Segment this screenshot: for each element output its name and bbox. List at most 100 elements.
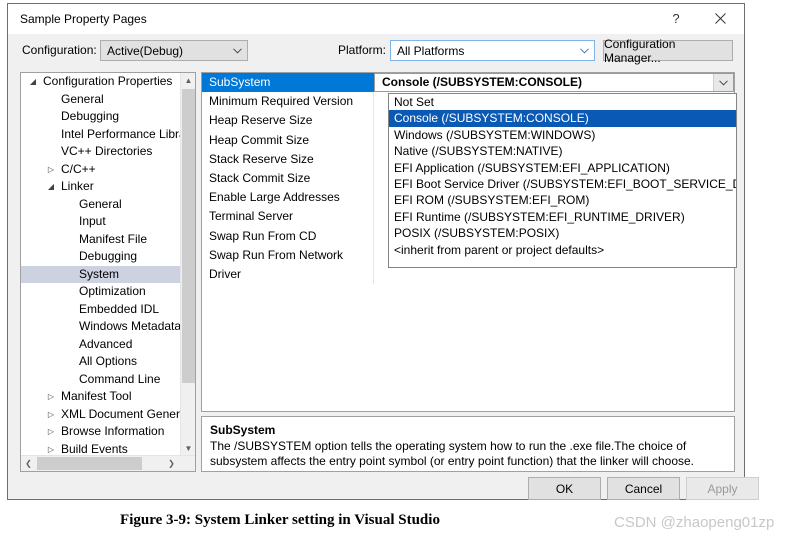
dropdown-option[interactable]: Windows (/SUBSYSTEM:WINDOWS) (389, 127, 736, 143)
tree-item-manifest-tool[interactable]: ▷ Manifest Tool (21, 388, 180, 406)
configuration-manager-label: Configuration Manager... (604, 36, 676, 65)
tree-item-label: Build Events (61, 441, 128, 456)
configuration-value: Active(Debug) (107, 43, 184, 58)
tree-item-label: Manifest File (79, 231, 148, 246)
configuration-bar: Configuration: Active(Debug) Platform: A… (8, 34, 744, 68)
property-name: Swap Run From CD (202, 226, 374, 246)
configuration-manager-button[interactable]: Configuration Manager... (603, 37, 733, 65)
tree-item-all-options[interactable]: All Options (21, 353, 180, 371)
tree-vertical-scrollbar[interactable]: ▲ ▼ (180, 73, 195, 456)
expand-arrow-icon[interactable]: ▷ (45, 388, 57, 406)
tree-item-command-line[interactable]: Command Line (21, 371, 180, 389)
tree-item-label: Intel Performance Libra (61, 126, 180, 141)
cancel-button[interactable]: Cancel (607, 477, 680, 500)
tree-item-embedded-idl[interactable]: Embedded IDL (21, 301, 180, 319)
dropdown-option[interactable]: EFI Application (/SUBSYSTEM:EFI_APPLICAT… (389, 160, 736, 176)
tree-item-input[interactable]: Input (21, 213, 180, 231)
dropdown-option[interactable]: EFI ROM (/SUBSYSTEM:EFI_ROM) (389, 192, 736, 208)
tree-item-label: Debugging (61, 109, 120, 123)
tree-item-build-events[interactable]: ▷ Build Events (21, 441, 180, 457)
subsystem-value-text: Console (/SUBSYSTEM:CONSOLE) (382, 75, 583, 89)
expand-arrow-icon[interactable]: ▷ (45, 161, 57, 179)
tree-item-label: Windows Metadata (79, 319, 180, 333)
tree-item-vc-directories[interactable]: VC++ Directories (21, 143, 180, 161)
tree-item-system[interactable]: System (21, 265, 180, 283)
vertical-scroll-thumb[interactable] (182, 89, 195, 383)
property-name: Swap Run From Network (202, 245, 374, 265)
tree-item-label: Command Line (79, 371, 161, 386)
tree-item-label: All Options (79, 354, 138, 368)
expand-arrow-icon[interactable]: ▷ (45, 423, 57, 441)
ok-button[interactable]: OK (528, 477, 601, 500)
collapse-arrow-icon[interactable]: ◢ (45, 178, 57, 196)
chevron-down-icon (228, 41, 246, 60)
property-pages-dialog: Sample Property Pages ? Configuration: A… (7, 3, 759, 500)
tree-item-intel-performance-libra[interactable]: Intel Performance Libra (21, 126, 180, 144)
collapse-arrow-icon[interactable]: ◢ (27, 73, 39, 91)
screenshot-root: Sample Property Pages ? Configuration: A… (0, 0, 810, 544)
tree-item-manifest-file[interactable]: Manifest File (21, 231, 180, 249)
tree-horizontal-scrollbar[interactable]: ❮ ❯ (21, 455, 195, 471)
close-icon (714, 13, 726, 24)
configuration-tree[interactable]: ◢ Configuration Properties General Debuggin… (20, 72, 196, 472)
expand-arrow-icon[interactable]: ▷ (45, 406, 57, 424)
tree-item-debugging[interactable]: Debugging (21, 248, 180, 266)
tree-item-label: Browse Information (61, 424, 165, 438)
figure-caption: Figure 3-9: System Linker setting in Vis… (120, 512, 440, 528)
ok-label: OK (555, 481, 574, 496)
scroll-left-icon[interactable]: ❮ (21, 456, 36, 471)
tree-item-label: Input (79, 214, 106, 228)
property-name: Stack Commit Size (202, 168, 374, 189)
tree-item-label: System (79, 266, 120, 281)
scroll-right-icon[interactable]: ❯ (164, 456, 179, 471)
scroll-up-icon[interactable]: ▲ (181, 73, 195, 88)
dropdown-option[interactable]: <inherit from parent or project defaults… (389, 242, 736, 258)
tree-item-label: XML Document Genera (61, 406, 180, 421)
subsystem-dropdown-list[interactable]: Not Set Console (/SUBSYSTEM:CONSOLE) Windo… (388, 93, 737, 268)
close-button[interactable] (698, 4, 742, 33)
description-body: The /SUBSYSTEM option tells the operatin… (210, 439, 695, 468)
dropdown-items-container: Not Set Console (/SUBSYSTEM:CONSOLE) Windo… (389, 94, 736, 258)
scroll-down-icon[interactable]: ▼ (181, 441, 195, 456)
chevron-down-icon[interactable] (713, 74, 733, 91)
expand-arrow-icon[interactable]: ▷ (45, 441, 57, 457)
platform-dropdown[interactable]: All Platforms (390, 40, 595, 61)
configuration-dropdown[interactable]: Active(Debug) (100, 40, 248, 61)
tree-item-label: General (79, 196, 122, 211)
configuration-label: Configuration: (22, 43, 97, 57)
tree-item-label: Linker (61, 179, 94, 193)
description-title: SubSystem (210, 423, 276, 437)
tree-item-xml-document-genera[interactable]: ▷ XML Document Genera (21, 406, 180, 424)
subsystem-value-combobox[interactable]: Console (/SUBSYSTEM:CONSOLE) (374, 73, 734, 92)
tree-item-c-c[interactable]: ▷ C/C++ (21, 161, 180, 179)
tree-item-configuration-properties[interactable]: ◢ Configuration Properties (21, 73, 180, 91)
tree-item-windows-metadata[interactable]: Windows Metadata (21, 318, 180, 336)
property-name: Heap Reserve Size (202, 111, 374, 131)
property-name: Driver (202, 264, 374, 285)
property-name: Terminal Server (202, 207, 374, 227)
help-button[interactable]: ? (654, 4, 698, 33)
tree-item-label: Debugging (79, 249, 138, 263)
dropdown-option[interactable]: Not Set (389, 94, 736, 110)
dialog-titlebar: Sample Property Pages ? (8, 4, 744, 34)
dropdown-option[interactable]: POSIX (/SUBSYSTEM:POSIX) (389, 225, 736, 241)
tree-item-debugging[interactable]: Debugging (21, 108, 180, 126)
tree-item-advanced[interactable]: Advanced (21, 336, 180, 354)
dropdown-option[interactable]: EFI Runtime (/SUBSYSTEM:EFI_RUNTIME_DRIV… (389, 209, 736, 225)
tree-item-label: Advanced (79, 336, 133, 351)
tree-item-linker[interactable]: ◢ Linker (21, 178, 180, 196)
dropdown-option[interactable]: EFI Boot Service Driver (/SUBSYSTEM:EFI_… (389, 176, 736, 192)
question-mark-icon: ? (672, 11, 680, 26)
tree-item-general[interactable]: General (21, 196, 180, 214)
dropdown-option[interactable]: Native (/SUBSYSTEM:NATIVE) (389, 143, 736, 159)
property-name: Enable Large Addresses (202, 188, 374, 208)
property-row[interactable]: SubSystem Console (/SUBSYSTEM:CONSOLE) (202, 73, 734, 93)
apply-button: Apply (686, 477, 759, 500)
tree-item-label: Configuration Properties (43, 74, 173, 88)
dropdown-option[interactable]: Console (/SUBSYSTEM:CONSOLE) (389, 110, 736, 127)
tree-item-general[interactable]: General (21, 91, 180, 109)
tree-item-browse-information[interactable]: ▷ Browse Information (21, 423, 180, 441)
horizontal-scroll-thumb[interactable] (37, 457, 142, 470)
tree-item-optimization[interactable]: Optimization (21, 283, 180, 301)
cancel-label: Cancel (624, 481, 663, 496)
